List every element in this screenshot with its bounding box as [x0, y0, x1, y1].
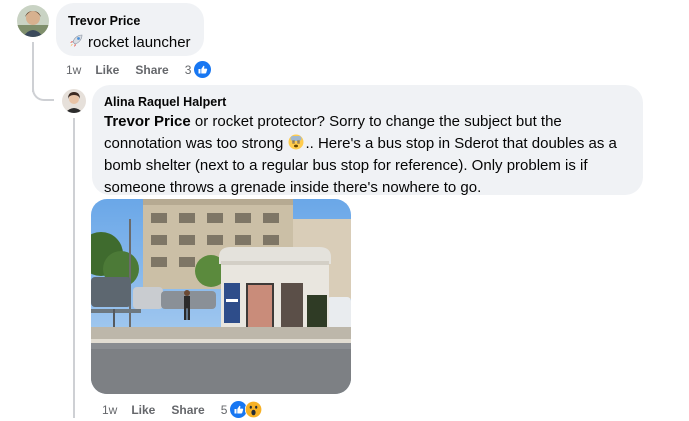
share-button[interactable]: Share [135, 63, 168, 77]
comment-timestamp[interactable]: 1w [102, 403, 117, 417]
share-button[interactable]: Share [171, 403, 204, 417]
reaction-count[interactable]: 5 [221, 403, 228, 417]
mention-link[interactable]: Trevor Price [104, 113, 191, 130]
fearful-face-emoji-icon [288, 134, 304, 150]
avatar-alina-raquel-halpert[interactable] [62, 89, 86, 113]
comment-timestamp[interactable]: 1w [66, 63, 81, 77]
reaction-count[interactable]: 3 [185, 63, 192, 77]
avatar-trevor-price[interactable] [17, 5, 49, 37]
like-button[interactable]: Like [95, 63, 119, 77]
comment-text: Trevor Price or rocket protector? Sorry … [104, 113, 617, 196]
reply-connector-line [32, 68, 54, 101]
comment-author[interactable]: Alina Raquel Halpert [104, 94, 226, 110]
rocket-emoji-icon [68, 33, 84, 49]
like-button[interactable]: Like [131, 403, 155, 417]
wow-icon[interactable] [245, 400, 263, 419]
comment-actions: 1w Like Share 5 [102, 400, 263, 419]
comment-bubble-alina-raquel-halpert: Alina Raquel Halpert Trevor Price or roc… [92, 85, 643, 196]
attached-photo-bus-stop[interactable] [91, 199, 351, 394]
comment-text: rocket launcher [88, 34, 191, 51]
comment-bubble-trevor-price: Trevor Price rocket launcher [56, 3, 204, 56]
comment-actions: 1w Like Share 3 [66, 61, 212, 78]
like-icon[interactable] [194, 61, 212, 78]
comment-author[interactable]: Trevor Price [68, 13, 140, 29]
thread-line-reply [73, 118, 75, 418]
